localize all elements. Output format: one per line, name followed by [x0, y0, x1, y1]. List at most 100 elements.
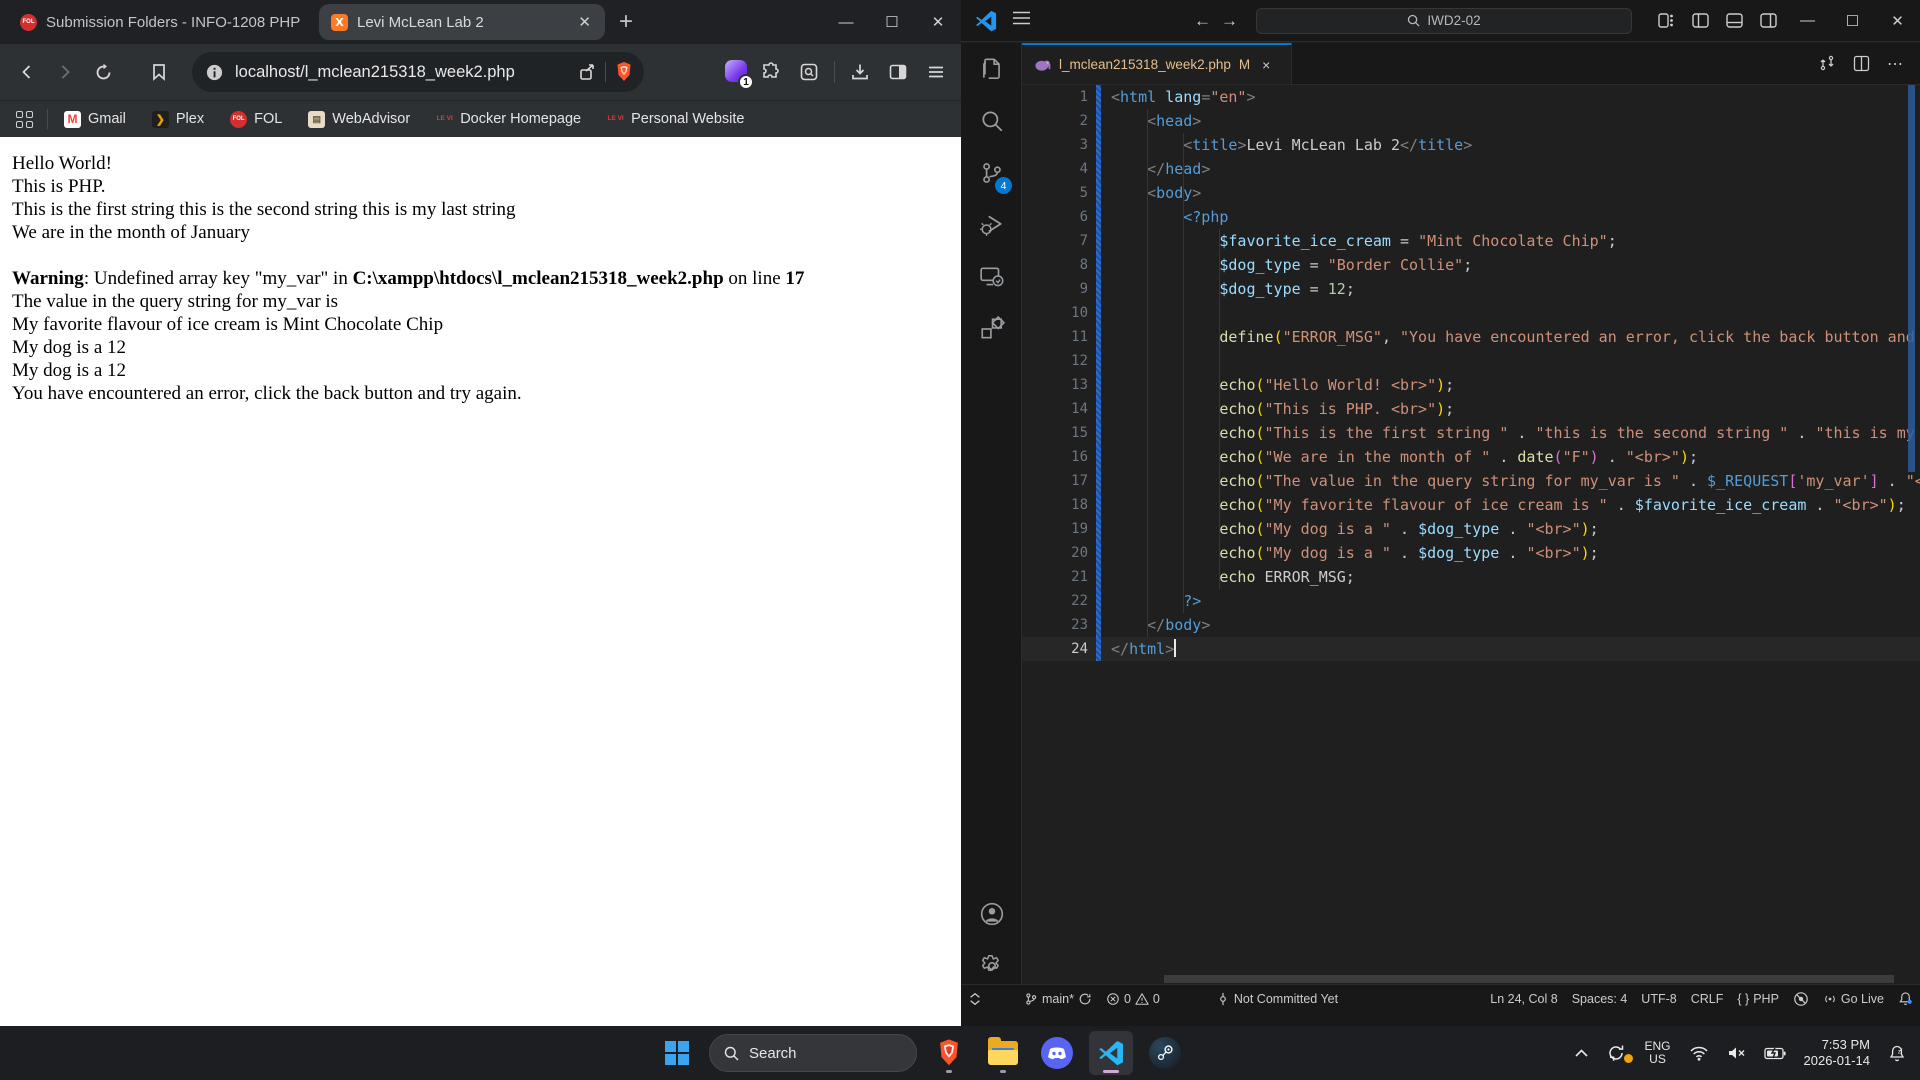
- bookmark-item[interactable]: LE VIPersonal Website: [607, 111, 744, 128]
- horizontal-scrollbar[interactable]: [1164, 975, 1894, 983]
- extensions-puzzle-icon[interactable]: [752, 53, 790, 91]
- command-center-search[interactable]: IWD2-02: [1256, 8, 1632, 34]
- language-mode[interactable]: { }PHP: [1730, 992, 1786, 1006]
- open-changes-icon[interactable]: [1812, 49, 1842, 79]
- split-editor-icon[interactable]: [1846, 49, 1876, 79]
- account-icon[interactable]: [961, 888, 1022, 940]
- onedrive-sync-icon[interactable]: [1600, 1043, 1632, 1063]
- start-button[interactable]: [655, 1031, 699, 1075]
- search-icon[interactable]: [961, 95, 1022, 147]
- bookmark-item[interactable]: ▤WebAdvisor: [308, 111, 410, 128]
- tab-close-icon[interactable]: ×: [1262, 57, 1270, 73]
- browser-tab-inactive[interactable]: FOL Submission Folders - INFO-1208 PHP: [8, 4, 313, 40]
- wifi-icon[interactable]: [1683, 1045, 1715, 1061]
- code-line[interactable]: 6 <?php: [1022, 205, 1920, 229]
- brave-leo-icon[interactable]: 1: [722, 57, 752, 87]
- code-line[interactable]: 8 $dog_type = "Border Collie";: [1022, 253, 1920, 277]
- close-button[interactable]: ✕: [915, 4, 961, 40]
- url-bar[interactable]: localhost/l_mclean215318_week2.php: [192, 52, 644, 92]
- bookmark-icon[interactable]: [140, 53, 178, 91]
- go-back-icon[interactable]: ←: [1194, 11, 1211, 31]
- code-line[interactable]: 5 <body>: [1022, 181, 1920, 205]
- browser-menu-icon[interactable]: [917, 53, 955, 91]
- taskbar-search[interactable]: Search: [709, 1034, 917, 1072]
- site-info-icon[interactable]: [206, 64, 223, 81]
- code-editor[interactable]: 1<html lang="en">2 <head>3 <title>Levi M…: [1022, 85, 1920, 984]
- code-line[interactable]: 1<html lang="en">: [1022, 85, 1920, 109]
- code-line[interactable]: 17 echo("The value in the query string f…: [1022, 469, 1920, 493]
- code-line[interactable]: 4 </head>: [1022, 157, 1920, 181]
- code-line[interactable]: 14 echo("This is PHP. <br>");: [1022, 397, 1920, 421]
- toggle-secondary-sidebar-icon[interactable]: [1751, 6, 1785, 36]
- code-line[interactable]: 20 echo("My dog is a " . $dog_type . "<b…: [1022, 541, 1920, 565]
- toggle-sidebar-icon[interactable]: [1683, 6, 1717, 36]
- go-forward-icon[interactable]: →: [1221, 11, 1238, 31]
- code-line[interactable]: 7 $favorite_ice_cream = "Mint Chocolate …: [1022, 229, 1920, 253]
- new-tab-button[interactable]: +: [619, 8, 633, 36]
- language-indicator[interactable]: ENGUS: [1638, 1040, 1676, 1066]
- code-line[interactable]: 9 $dog_type = 12;: [1022, 277, 1920, 301]
- notifications-bell-icon[interactable]: [1891, 991, 1920, 1006]
- code-line[interactable]: 3 <title>Levi McLean Lab 2</title>: [1022, 133, 1920, 157]
- taskbar-discord-icon[interactable]: [1035, 1031, 1079, 1075]
- minimize-button[interactable]: —: [823, 4, 869, 40]
- menu-icon[interactable]: [1007, 7, 1036, 34]
- remote-explorer-icon[interactable]: [961, 251, 1022, 303]
- volume-muted-icon[interactable]: [1721, 1045, 1752, 1061]
- git-commit-status[interactable]: Not Committed Yet: [1209, 992, 1345, 1006]
- code-line[interactable]: 2 <head>: [1022, 109, 1920, 133]
- notification-bell-dnd-icon[interactable]: zz: [1882, 1044, 1912, 1062]
- brave-shield-icon[interactable]: [614, 61, 634, 83]
- code-line[interactable]: 23 </body>: [1022, 613, 1920, 637]
- remote-indicator[interactable]: [961, 992, 989, 1006]
- customize-layout-icon[interactable]: [1649, 6, 1683, 36]
- url-text[interactable]: localhost/l_mclean215318_week2.php: [235, 63, 578, 82]
- encoding[interactable]: UTF-8: [1634, 992, 1683, 1006]
- bookmark-item[interactable]: ❯Plex: [152, 111, 204, 128]
- clock[interactable]: 7:53 PM2026-01-14: [1798, 1037, 1877, 1069]
- more-actions-icon[interactable]: ⋯: [1880, 49, 1910, 79]
- eol-sequence[interactable]: CRLF: [1684, 992, 1731, 1006]
- back-button[interactable]: [8, 53, 46, 91]
- code-line[interactable]: 19 echo("My dog is a " . $dog_type . "<b…: [1022, 517, 1920, 541]
- search-tabs-icon[interactable]: [790, 53, 828, 91]
- code-line[interactable]: 16 echo("We are in the month of " . date…: [1022, 445, 1920, 469]
- apps-icon[interactable]: [16, 111, 33, 128]
- code-line[interactable]: 11 define("ERROR_MSG", "You have encount…: [1022, 325, 1920, 349]
- code-line[interactable]: 22 ?>: [1022, 589, 1920, 613]
- editor-tab-active[interactable]: l_mclean215318_week2.php M ×: [1022, 43, 1292, 84]
- reload-button[interactable]: [84, 53, 122, 91]
- problems-status[interactable]: 0 0: [1099, 992, 1167, 1006]
- bookmark-item[interactable]: MGmail: [64, 111, 126, 128]
- sidebar-toggle-icon[interactable]: [879, 53, 917, 91]
- taskbar-file-explorer-icon[interactable]: [981, 1031, 1025, 1075]
- source-control-icon[interactable]: 4: [961, 147, 1022, 199]
- xdebug-status-icon[interactable]: [1786, 991, 1816, 1007]
- battery-icon[interactable]: [1758, 1047, 1792, 1060]
- run-debug-icon[interactable]: [961, 199, 1022, 251]
- taskbar-steam-icon[interactable]: [1143, 1031, 1187, 1075]
- indentation[interactable]: Spaces: 4: [1565, 992, 1635, 1006]
- code-line[interactable]: 13 echo("Hello World! <br>");: [1022, 373, 1920, 397]
- code-line[interactable]: 18 echo("My favorite flavour of ice crea…: [1022, 493, 1920, 517]
- cursor-position[interactable]: Ln 24, Col 8: [1483, 992, 1564, 1006]
- share-icon[interactable]: [578, 63, 597, 82]
- code-line[interactable]: 12: [1022, 349, 1920, 373]
- tray-chevron-icon[interactable]: [1569, 1049, 1594, 1057]
- toggle-panel-icon[interactable]: [1717, 6, 1751, 36]
- taskbar-brave-icon[interactable]: [927, 1031, 971, 1075]
- code-line[interactable]: 21 echo ERROR_MSG;: [1022, 565, 1920, 589]
- minimize-button[interactable]: —: [1785, 0, 1830, 42]
- git-branch-status[interactable]: main*: [1017, 992, 1099, 1006]
- bookmark-item[interactable]: LE VIDocker Homepage: [436, 111, 581, 128]
- code-line[interactable]: 24</html>: [1022, 637, 1920, 661]
- tab-close-icon[interactable]: ✕: [576, 13, 593, 31]
- taskbar-vscode-icon[interactable]: [1089, 1031, 1133, 1075]
- code-line[interactable]: 10: [1022, 301, 1920, 325]
- extensions-icon[interactable]: [961, 303, 1022, 355]
- forward-button[interactable]: [46, 53, 84, 91]
- maximize-button[interactable]: ☐: [869, 4, 915, 40]
- explorer-icon[interactable]: [961, 43, 1022, 95]
- browser-tab-active[interactable]: X Levi McLean Lab 2 ✕: [319, 4, 605, 40]
- bookmark-item[interactable]: FOLFOL: [230, 111, 282, 128]
